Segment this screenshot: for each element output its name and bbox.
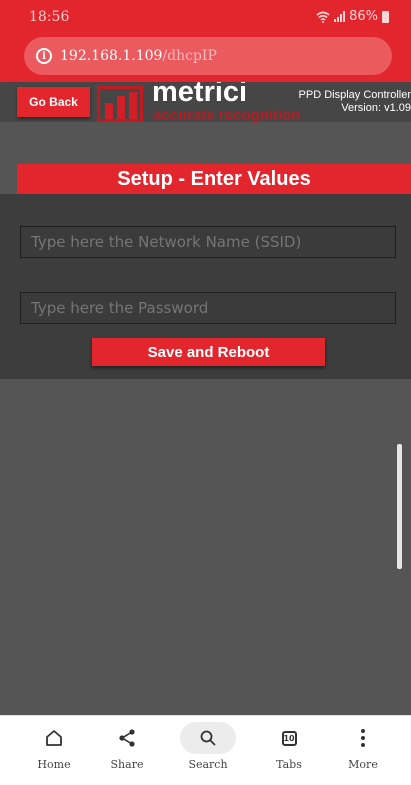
status-icons: 86% [316,9,389,24]
address-bar[interactable]: i 192.168.1.109/dhcpIP [24,37,392,75]
url-text[interactable]: 192.168.1.109/dhcpIP [60,48,217,64]
nav-share-label: Share [110,758,144,771]
browser-toolbar: i 192.168.1.109/dhcpIP [0,34,411,82]
search-icon [200,730,216,746]
ssid-input[interactable] [20,226,396,258]
wifi-icon [316,11,330,23]
nav-tabs-label: Tabs [276,758,302,771]
controller-name: PPD Display Controller [298,89,411,101]
save-and-reboot-button[interactable]: Save and Reboot [92,338,325,366]
logo-tagline: accurate recognition [153,107,301,124]
controller-info: PPD Display Controller Version: v1.09 [288,89,411,115]
bottom-navigation: Home Share Search 10 Tabs More [0,715,411,785]
nav-search-label: Search [188,758,228,771]
controller-version: Version: v1.09 [341,102,411,114]
nav-search[interactable]: Search [173,722,243,776]
tabs-icon: 10 [281,730,297,746]
nav-share[interactable]: Share [92,722,162,776]
password-input[interactable] [20,292,396,324]
logo-wordmark: metrici [152,82,248,108]
web-page: Go Back metrici accurate recognition PPD… [0,82,411,715]
setup-title: Setup - Enter Values [17,164,411,194]
more-icon [361,729,365,747]
battery-icon [382,10,389,23]
setup-form: Save and Reboot [0,194,411,379]
battery-percent: 86% [349,9,378,24]
nav-more[interactable]: More [328,722,398,776]
nav-tabs[interactable]: 10 Tabs [254,722,324,776]
nav-home[interactable]: Home [19,722,89,776]
url-host: 192.168.1.109 [60,48,163,64]
signal-icon [334,11,346,22]
info-icon[interactable]: i [36,48,52,64]
page-header: Go Back metrici accurate recognition PPD… [0,82,411,124]
share-icon [119,729,135,747]
url-path: /dhcpIP [162,48,217,64]
nav-home-label: Home [37,758,71,771]
scroll-handle[interactable] [397,444,402,569]
go-back-button[interactable]: Go Back [17,87,90,117]
home-icon [46,730,62,746]
status-bar: 18:56 86% [0,0,411,34]
status-time: 18:56 [29,9,70,25]
metrici-logo-icon [97,86,143,122]
nav-more-label: More [348,758,378,771]
